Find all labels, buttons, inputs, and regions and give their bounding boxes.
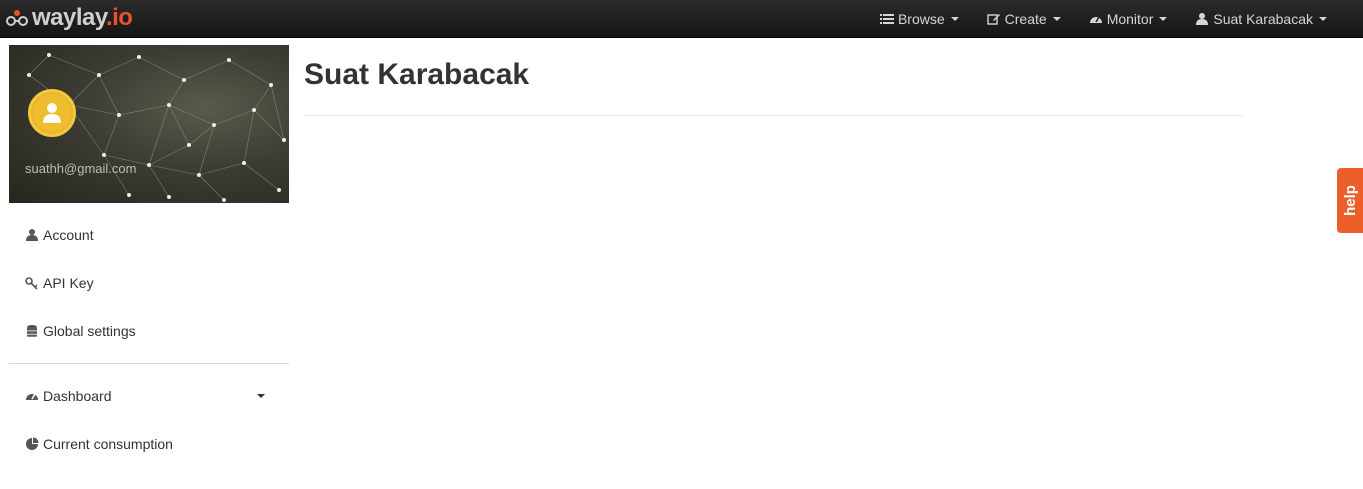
profile-email: suathh@gmail.com xyxy=(25,161,137,176)
brand-logo[interactable]: waylay.io xyxy=(4,4,133,32)
avatar[interactable] xyxy=(28,89,76,137)
sidebar-item-label: Global settings xyxy=(43,323,136,339)
user-icon xyxy=(1196,13,1209,25)
user-icon xyxy=(26,229,38,241)
dashboard-icon xyxy=(26,393,38,400)
sidebar: suathh@gmail.com Account API Key Global … xyxy=(9,45,289,468)
nav-monitor[interactable]: Monitor xyxy=(1075,0,1182,38)
list-icon xyxy=(879,14,894,24)
sidebar-item-api-key[interactable]: API Key xyxy=(9,259,289,307)
chevron-down-icon xyxy=(1319,17,1327,21)
nav-monitor-label: Monitor xyxy=(1106,11,1154,27)
avatar-inner xyxy=(33,94,71,132)
nav-create[interactable]: Create xyxy=(973,0,1075,38)
sidebar-item-account[interactable]: Account xyxy=(9,211,289,259)
nav-user-menu[interactable]: Suat Karabacak xyxy=(1181,0,1341,38)
nav-user-label: Suat Karabacak xyxy=(1213,11,1313,27)
help-tab-button[interactable]: help xyxy=(1337,168,1363,233)
chevron-down-icon xyxy=(950,17,959,21)
title-divider xyxy=(304,115,1243,116)
sidebar-item-label: Dashboard xyxy=(43,388,112,404)
sidebar-item-label: API Key xyxy=(43,275,94,291)
page-title: Suat Karabacak xyxy=(304,58,530,91)
brand-name: waylay.io xyxy=(32,4,133,31)
nav-browse[interactable]: Browse xyxy=(866,0,973,38)
top-navbar: waylay.io Browse Create Monitor Suat Kar… xyxy=(0,0,1363,38)
database-icon xyxy=(27,325,37,337)
profile-banner: suathh@gmail.com xyxy=(9,45,289,203)
main-content: Suat Karabacak xyxy=(304,45,1243,116)
edit-icon xyxy=(986,14,1000,25)
help-tab-label: help xyxy=(1341,185,1359,216)
sidebar-item-label: Account xyxy=(43,227,94,243)
sidebar-monitor-list: Dashboard Current consumption xyxy=(9,372,289,468)
dashboard-icon xyxy=(1089,16,1102,23)
sidebar-item-label: Current consumption xyxy=(43,436,173,452)
chevron-down-icon[interactable] xyxy=(257,394,265,398)
nav-menu: Browse Create Monitor Suat Karabacak xyxy=(866,0,1341,38)
chevron-down-icon xyxy=(1052,17,1061,21)
nav-create-label: Create xyxy=(1004,11,1047,27)
sidebar-item-current-consumption[interactable]: Current consumption xyxy=(9,420,289,468)
sidebar-item-dashboard[interactable]: Dashboard xyxy=(9,372,289,420)
user-icon xyxy=(43,103,61,123)
sidebar-settings-list: Account API Key Global settings xyxy=(9,211,289,355)
key-icon xyxy=(25,277,38,290)
waylay-logo-icon xyxy=(6,10,28,26)
chevron-down-icon xyxy=(1159,17,1168,21)
pie-chart-icon xyxy=(26,437,39,450)
nav-browse-label: Browse xyxy=(897,11,945,27)
sidebar-divider xyxy=(9,363,289,364)
sidebar-item-global-settings[interactable]: Global settings xyxy=(9,307,289,355)
